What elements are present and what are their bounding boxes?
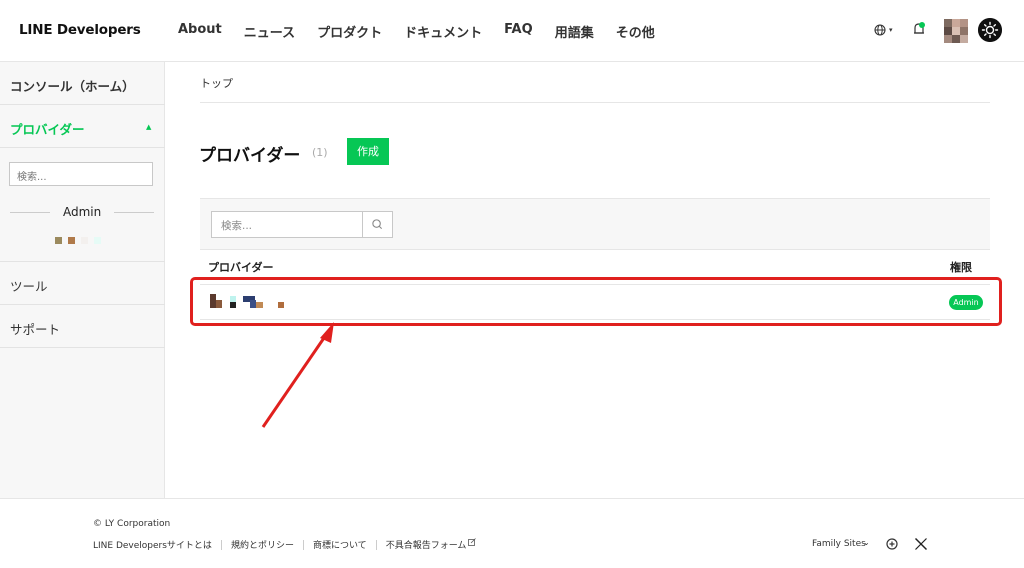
family-sites-dropdown[interactable]: Family Sites <box>812 539 866 549</box>
footer-link-about[interactable]: LINE Developersサイトとは <box>93 538 212 551</box>
footer-link-terms[interactable]: 規約とポリシー <box>231 538 294 551</box>
create-button[interactable]: 作成 <box>347 138 389 165</box>
chevron-down-icon[interactable]: ⌄ <box>863 538 870 547</box>
avatar[interactable] <box>944 19 968 43</box>
provider-count: (1) <box>312 146 328 159</box>
provider-link-redacted[interactable] <box>55 237 101 244</box>
globe-icon[interactable] <box>874 24 886 36</box>
nav-docs[interactable]: ドキュメント <box>404 22 482 41</box>
nav-more[interactable]: その他 <box>616 22 655 41</box>
chevron-down-icon[interactable]: ▾ <box>889 26 893 34</box>
theme-toggle-icon[interactable] <box>978 18 1002 42</box>
sidebar: コンソール（ホーム） プロバイダー ▲ 検索... Admin ツール サポート <box>0 62 165 498</box>
top-header: LINE Developers About ニュース プロダクト ドキュメント … <box>0 0 1024 62</box>
column-header-permission: 権限 <box>950 261 972 274</box>
main-nav: About ニュース プロダクト ドキュメント FAQ 用語集 その他 <box>178 22 677 41</box>
breadcrumb[interactable]: トップ <box>200 75 233 91</box>
chevron-up-icon: ▲ <box>146 123 152 131</box>
nav-faq[interactable]: FAQ <box>504 22 533 41</box>
divider <box>375 539 377 550</box>
footer-links: LINE Developersサイトとは 規約とポリシー 商標について 不具合報… <box>93 538 477 551</box>
sidebar-item-label: コンソール（ホーム） <box>10 79 135 94</box>
x-social-icon[interactable] <box>914 537 928 551</box>
sidebar-item-tools[interactable]: ツール <box>0 262 165 305</box>
divider <box>302 539 304 550</box>
sidebar-search-input[interactable]: 検索... <box>9 162 153 186</box>
external-link-icon <box>468 538 477 546</box>
copyright: © LY Corporation <box>93 519 171 529</box>
page-title: プロバイダー <box>199 146 301 166</box>
divider <box>220 539 222 550</box>
sidebar-item-console[interactable]: コンソール（ホーム） <box>0 62 165 105</box>
search-panel: 検索... <box>200 198 990 250</box>
search-icon[interactable] <box>362 211 393 238</box>
chat-icon[interactable] <box>886 538 898 550</box>
site-logo[interactable]: LINE Developers <box>19 22 141 38</box>
divider <box>0 498 1024 499</box>
notification-dot <box>919 22 925 28</box>
footer-link-bug-report[interactable]: 不具合報告フォーム <box>386 538 467 551</box>
role-heading: Admin <box>63 205 102 219</box>
nav-glossary[interactable]: 用語集 <box>555 22 594 41</box>
sidebar-item-label: プロバイダー <box>10 122 85 137</box>
provider-search-input[interactable]: 検索... <box>211 211 363 238</box>
footer-link-trademark[interactable]: 商標について <box>313 538 367 551</box>
divider <box>114 212 154 213</box>
sidebar-item-support[interactable]: サポート <box>0 305 165 348</box>
divider <box>10 212 50 213</box>
nav-products[interactable]: プロダクト <box>317 22 382 41</box>
sidebar-item-provider[interactable]: プロバイダー ▲ <box>0 105 165 148</box>
nav-about[interactable]: About <box>178 22 222 41</box>
sidebar-item-label: サポート <box>10 322 61 337</box>
divider <box>200 102 990 103</box>
column-header-provider: プロバイダー <box>208 261 274 274</box>
nav-news[interactable]: ニュース <box>244 22 295 41</box>
sidebar-item-label: ツール <box>10 279 48 294</box>
highlight-box <box>190 277 1002 326</box>
